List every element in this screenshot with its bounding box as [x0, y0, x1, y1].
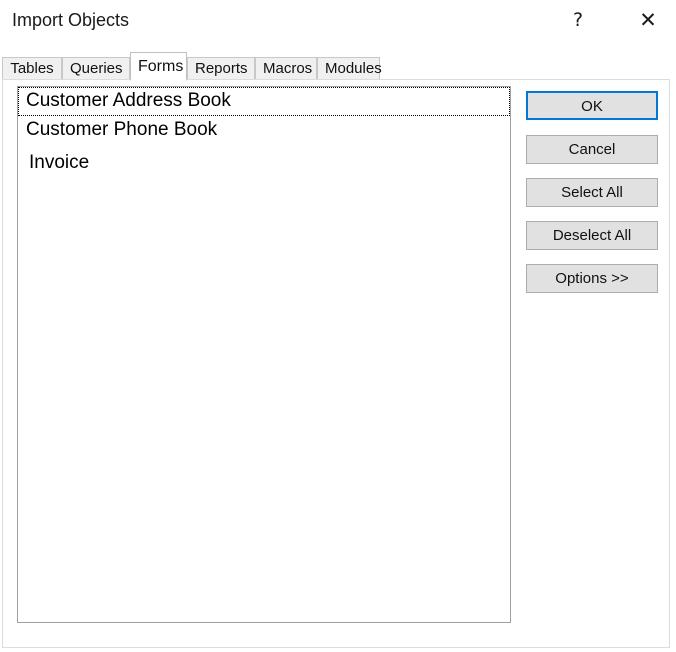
list-item[interactable]: Customer Phone Book [18, 116, 510, 145]
close-icon: ✕ [625, 0, 671, 40]
tab-macros[interactable]: Macros [255, 57, 317, 80]
tab-forms[interactable]: Forms [130, 52, 187, 81]
list-item[interactable]: Customer Address Book [18, 87, 510, 116]
dialog-title-bar: Import Objects ? ✕ [0, 0, 676, 44]
options-button[interactable]: Options >> [526, 264, 658, 293]
object-list-box[interactable]: Customer Address Book Customer Phone Boo… [17, 86, 511, 623]
tab-queries[interactable]: Queries [62, 57, 130, 80]
tab-modules[interactable]: Modules [317, 57, 380, 80]
help-button[interactable]: ? [555, 0, 601, 40]
tab-tables[interactable]: Tables [2, 57, 62, 80]
tab-reports[interactable]: Reports [187, 57, 255, 80]
deselect-all-button[interactable]: Deselect All [526, 221, 658, 250]
dialog-title: Import Objects [12, 8, 129, 32]
list-item[interactable]: Invoice [18, 149, 510, 178]
cancel-button[interactable]: Cancel [526, 135, 658, 164]
close-button[interactable]: ✕ [625, 0, 671, 40]
help-icon: ? [555, 0, 601, 40]
select-all-button[interactable]: Select All [526, 178, 658, 207]
tab-strip: Tables Queries Forms Reports Macros Modu… [0, 52, 676, 80]
ok-button[interactable]: OK [526, 91, 658, 120]
